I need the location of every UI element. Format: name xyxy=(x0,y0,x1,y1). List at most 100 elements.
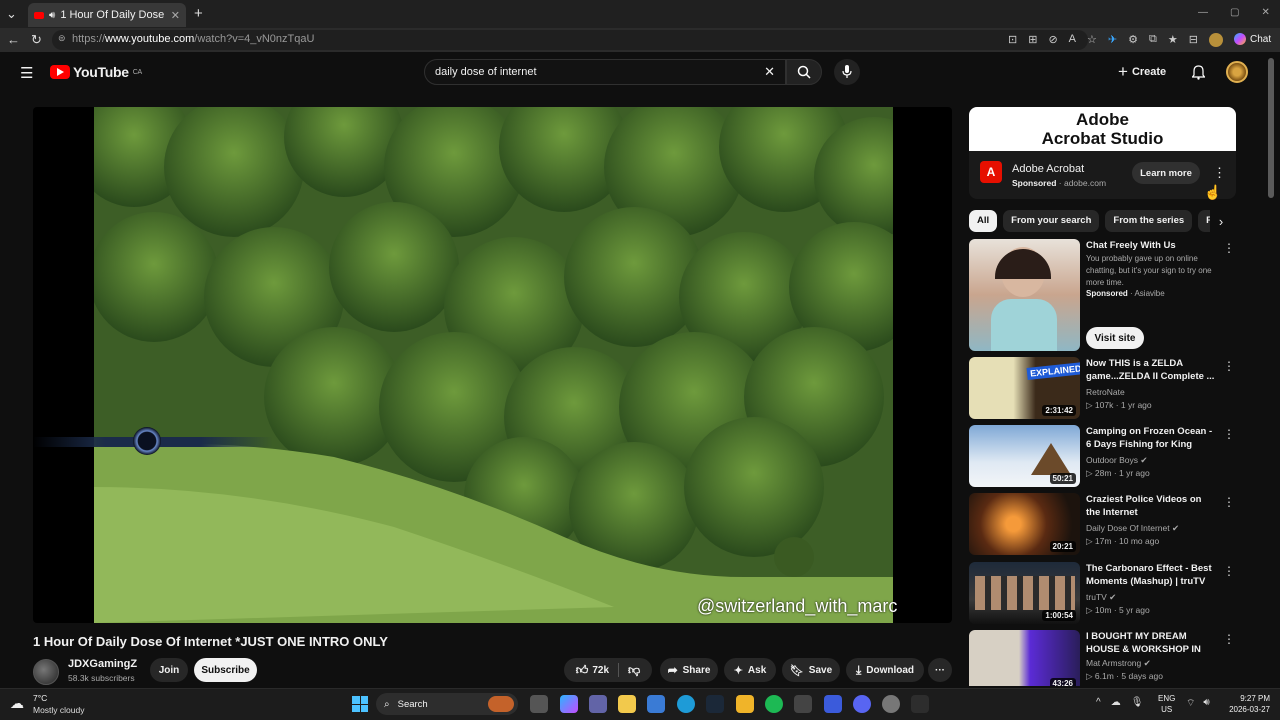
hamburger-menu-icon[interactable]: ☰ xyxy=(20,64,33,82)
back-icon[interactable]: ← xyxy=(7,32,20,47)
recommendation-item[interactable]: 1:00:54 The Carbonaro Effect - Best Mome… xyxy=(969,562,1236,624)
youtube-logo[interactable]: YouTube CA xyxy=(50,64,142,80)
store-icon[interactable] xyxy=(647,695,665,713)
profile-avatar[interactable] xyxy=(1208,33,1223,47)
sponsored-recommendation[interactable]: Chat Freely With Us You probably gave up… xyxy=(969,239,1236,351)
rec-more-icon[interactable]: ⋮ xyxy=(1223,495,1235,509)
translate-icon[interactable]: ⊡ xyxy=(1008,33,1017,47)
sidebar-ad[interactable]: Adobe Acrobat Studio A Adobe Acrobat Spo… xyxy=(969,107,1236,199)
tracking-icon[interactable]: ⊘ xyxy=(1048,33,1057,47)
taskbar-clock[interactable]: 9:27 PM 2026-03-27 xyxy=(1222,693,1270,715)
app-icon[interactable]: ⊞ xyxy=(1028,33,1037,47)
recommendation-item[interactable]: 43:26 I BOUGHT MY DREAM HOUSE & WORKSHOP… xyxy=(969,630,1236,686)
reload-icon[interactable]: ↻ xyxy=(31,32,42,48)
download-button[interactable]: ⤓ Download xyxy=(846,658,924,682)
rec-thumbnail[interactable]: 50:21 xyxy=(969,425,1080,487)
channel-avatar[interactable] xyxy=(33,659,59,685)
rec-thumbnail[interactable]: EXPLAINED 2:31:42 xyxy=(969,357,1080,419)
more-actions-icon[interactable]: ··· xyxy=(928,658,952,682)
create-button[interactable]: + Create xyxy=(1118,59,1174,85)
chip-all[interactable]: All xyxy=(969,210,998,232)
dislike-button[interactable]: 👎︎ xyxy=(628,663,640,678)
ask-button[interactable]: ✦ Ask xyxy=(724,658,776,682)
rec-more-icon[interactable]: ⋮ xyxy=(1223,564,1235,578)
file-explorer-icon[interactable] xyxy=(618,695,636,713)
learn-more-button[interactable]: Learn more xyxy=(1132,162,1200,184)
chips-next-icon[interactable]: › xyxy=(1210,210,1232,232)
rec-channel[interactable]: RetroNate xyxy=(1086,387,1125,397)
page-scrollbar[interactable] xyxy=(1268,58,1274,198)
onedrive-icon[interactable]: ☁ xyxy=(1111,697,1121,708)
rec-thumbnail[interactable]: 20:21 xyxy=(969,493,1080,555)
minimize-icon[interactable]: — xyxy=(1198,7,1208,18)
join-button[interactable]: Join xyxy=(150,658,188,682)
rec-title[interactable]: Craziest Police Videos on the Internet xyxy=(1086,493,1216,519)
subscribe-button[interactable]: Subscribe xyxy=(194,658,257,682)
tray-overflow-icon[interactable]: ^ xyxy=(1096,697,1101,708)
site-info-icon[interactable]: ⊜ xyxy=(58,33,66,44)
favorite-star-icon[interactable]: ☆ xyxy=(1087,33,1097,47)
rec-channel[interactable]: truTV ✔ xyxy=(1086,592,1116,603)
rec-title[interactable]: The Carbonaro Effect - Best Moments (Mas… xyxy=(1086,562,1216,588)
rec-more-icon[interactable]: ⋮ xyxy=(1223,359,1235,373)
save-button[interactable]: 🔖︎ Save xyxy=(782,658,840,682)
speaker-icon[interactable]: 🔊︎ xyxy=(49,10,55,21)
copilot-app-icon[interactable] xyxy=(560,695,578,713)
task-view-icon[interactable] xyxy=(530,695,548,713)
rec-title[interactable]: I BOUGHT MY DREAM HOUSE & WORKSHOP IN MI… xyxy=(1086,630,1216,657)
steam-icon[interactable] xyxy=(706,695,724,713)
voice-search-button[interactable] xyxy=(834,59,860,85)
windows-start-icon[interactable] xyxy=(352,696,368,712)
share-button[interactable]: ➦ Share xyxy=(660,658,718,682)
wifi-icon[interactable]: ⌔ xyxy=(1186,697,1195,710)
like-button[interactable]: 👍︎ 72k xyxy=(576,663,609,678)
app-icon[interactable] xyxy=(882,695,900,713)
copilot-chat-button[interactable]: Chat xyxy=(1234,33,1271,45)
browser-tab-active[interactable]: 🔊︎ 1 Hour Of Daily Dose Of Inter ✕ xyxy=(28,3,186,27)
rec-more-icon[interactable]: ⋮ xyxy=(1223,427,1235,441)
close-window-icon[interactable]: ✕ xyxy=(1261,7,1269,18)
app-icon[interactable] xyxy=(824,695,842,713)
teams-icon[interactable] xyxy=(589,695,607,713)
favorites-icon[interactable]: ★ xyxy=(1168,33,1178,47)
rec-thumbnail[interactable]: 1:00:54 xyxy=(969,562,1080,624)
chip-from-your-search[interactable]: From your search xyxy=(1003,210,1100,232)
rec-channel[interactable]: Mat Armstrong ✔ xyxy=(1086,658,1151,669)
new-tab-icon[interactable]: + xyxy=(194,5,203,22)
clear-search-icon[interactable]: ✕ xyxy=(764,64,775,80)
notifications-button[interactable] xyxy=(1188,62,1208,82)
language-indicator[interactable]: ENG US xyxy=(1158,693,1175,715)
rec-title[interactable]: Camping on Frozen Ocean - 6 Days Fishing… xyxy=(1086,425,1216,452)
rec-title[interactable]: Now THIS is a ZELDA game...ZELDA II Comp… xyxy=(1086,357,1216,383)
recommendation-item[interactable]: 50:21 Camping on Frozen Ocean - 6 Days F… xyxy=(969,425,1236,487)
split-screen-icon[interactable]: ⧉ xyxy=(1149,33,1157,47)
close-tab-icon[interactable]: ✕ xyxy=(171,9,180,22)
tab-list-icon[interactable]: ⌄ xyxy=(6,6,17,22)
search-input[interactable]: daily dose of internet ✕ xyxy=(424,59,786,85)
collections-icon[interactable]: ⊟ xyxy=(1189,33,1198,47)
microphone-icon[interactable]: 🎙︎ xyxy=(1131,697,1144,708)
rec-channel[interactable]: Outdoor Boys ✔ xyxy=(1086,455,1147,466)
taskbar-search[interactable]: ⌕ Search xyxy=(376,693,518,715)
rec-channel[interactable]: Daily Dose Of Internet ✔ xyxy=(1086,523,1179,534)
chip-from-the-series[interactable]: From the series xyxy=(1105,210,1193,232)
weather-description[interactable]: Mostly cloudy xyxy=(33,705,85,715)
read-aloud-icon[interactable]: A xyxy=(1069,33,1076,47)
rec-more-icon[interactable]: ⋮ xyxy=(1223,632,1235,646)
spotify-icon[interactable] xyxy=(765,695,783,713)
app-icon[interactable] xyxy=(911,695,929,713)
rec-more-icon[interactable]: ⋮ xyxy=(1223,241,1235,255)
extensions-puzzle-icon[interactable]: ⚙ xyxy=(1128,33,1138,47)
channel-name[interactable]: JDXGamingZ xyxy=(68,658,137,670)
discord-icon[interactable] xyxy=(853,695,871,713)
visit-site-button[interactable]: Visit site xyxy=(1086,327,1144,349)
search-button[interactable] xyxy=(786,59,822,85)
app-icon[interactable] xyxy=(794,695,812,713)
recommendation-item[interactable]: 20:21 Craziest Police Videos on the Inte… xyxy=(969,493,1236,555)
url-field[interactable]: ⊜ https://www.youtube.com/watch?v=4_vN0n… xyxy=(52,30,1088,50)
extension-icon[interactable]: ✈ xyxy=(1108,33,1117,47)
recommendation-item[interactable]: EXPLAINED 2:31:42 Now THIS is a ZELDA ga… xyxy=(969,357,1236,419)
video-player[interactable]: @switzerland_with_marc xyxy=(33,107,952,623)
volume-icon[interactable]: 🔊︎ xyxy=(1203,697,1209,710)
weather-cloud-icon[interactable]: ☁ xyxy=(10,695,24,712)
